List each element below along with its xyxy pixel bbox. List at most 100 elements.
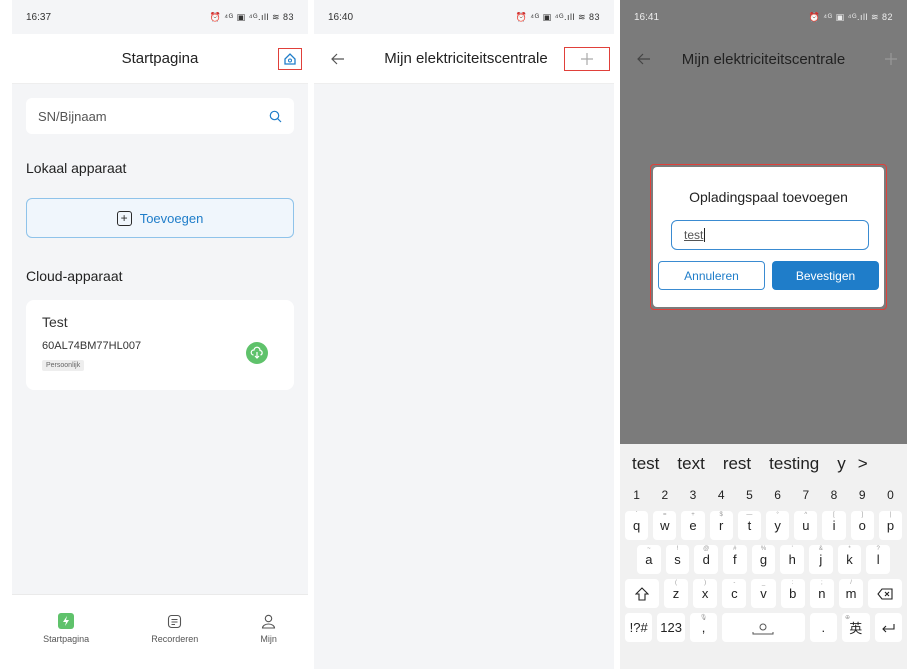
key-hint: % xyxy=(760,546,767,552)
key[interactable]: % g xyxy=(751,545,776,574)
shift-icon xyxy=(634,586,649,601)
key-hint: ? xyxy=(876,546,880,552)
key[interactable]: ^ u xyxy=(794,511,818,540)
period-key[interactable]: . xyxy=(809,613,838,642)
key[interactable]: ? l xyxy=(866,545,891,574)
home-settings-button[interactable] xyxy=(278,48,302,70)
key[interactable]: @ d xyxy=(694,545,719,574)
shift-key[interactable] xyxy=(625,579,659,608)
key[interactable]: 4 xyxy=(710,484,733,506)
key-label: a xyxy=(645,552,653,567)
key-label: 8 xyxy=(830,488,838,502)
key[interactable]: 0 xyxy=(879,484,902,506)
key[interactable]: 9 xyxy=(851,484,874,506)
key[interactable]: — t xyxy=(737,511,762,540)
key-hint: $ xyxy=(719,512,723,518)
key-label: u xyxy=(802,518,810,533)
key[interactable]: | p xyxy=(878,511,903,540)
status-bar: 16:41 ⏰ ⁴ᴳ ▣ ⁴ᴳ.ıll ≋ 82 xyxy=(620,0,907,34)
suggestion[interactable]: test xyxy=(632,454,659,474)
key[interactable]: [i xyxy=(822,511,846,540)
suggestion-bar: test text rest testing y > xyxy=(620,444,907,484)
key-label: 2 xyxy=(661,488,669,502)
key-row-1: ` q = w + e $ r — t ° y ^ u[i] o | p xyxy=(620,511,907,540)
key[interactable]: ! s xyxy=(665,545,690,574)
key-label: i xyxy=(832,518,836,533)
key[interactable]: $ r xyxy=(709,511,733,540)
add-button[interactable] xyxy=(564,47,610,71)
key[interactable]: -c xyxy=(722,579,747,608)
add-device-button[interactable]: + Toevoegen xyxy=(26,198,294,238)
add-device-label: Toevoegen xyxy=(139,210,204,226)
tab-recorderen[interactable]: Recorderen xyxy=(151,613,198,669)
key[interactable]: & j xyxy=(809,545,833,574)
cancel-button[interactable]: Annuleren xyxy=(658,261,765,290)
key[interactable]: ~ a xyxy=(637,545,661,574)
suggestion[interactable]: rest xyxy=(723,454,751,474)
key[interactable]: :b xyxy=(780,579,805,608)
key[interactable]: 7 xyxy=(794,484,817,506)
app-header-dimmed: Mijn elektriciteitscentrale xyxy=(620,34,907,84)
suggestion-more[interactable]: > xyxy=(858,454,868,474)
key-label: 3 xyxy=(689,488,697,502)
key[interactable]: ; n xyxy=(809,579,834,608)
back-arrow-icon[interactable] xyxy=(634,48,654,70)
key-hint: ` xyxy=(635,512,638,518)
backspace-key[interactable] xyxy=(868,579,903,608)
key-label: s xyxy=(674,552,681,567)
tab-startpagina[interactable]: Startpagina xyxy=(43,613,89,669)
search-icon[interactable] xyxy=(269,110,282,123)
key[interactable]: ' h xyxy=(780,545,805,574)
page-title: Mijn elektriciteitscentrale xyxy=(681,50,846,68)
key-hint: | xyxy=(889,512,892,518)
key-hint: * xyxy=(848,546,851,552)
key-label: z xyxy=(672,586,680,601)
key-label: h xyxy=(788,552,796,567)
key[interactable]: 1 xyxy=(625,484,648,506)
plus-icon xyxy=(581,53,593,65)
charger-name-input[interactable]: test xyxy=(671,220,869,250)
key[interactable]: ` q xyxy=(625,511,649,540)
key-label: 1 xyxy=(633,488,640,502)
key[interactable]: # f xyxy=(723,545,747,574)
key[interactable]: 3 xyxy=(681,484,704,506)
device-card[interactable]: Test 60AL74BM77HL007 Persoonlijk xyxy=(26,300,294,390)
key[interactable]: 8 xyxy=(822,484,845,506)
numbers-key[interactable]: 123 xyxy=(657,613,685,642)
back-arrow-icon[interactable] xyxy=(328,48,348,70)
key[interactable]: + e xyxy=(681,511,705,540)
language-key[interactable]: ⊕ 英 xyxy=(842,613,870,642)
key[interactable]: = w xyxy=(653,511,677,540)
key-label: 6 xyxy=(774,488,781,502)
key-label: y xyxy=(774,518,781,533)
key[interactable]: ] o xyxy=(850,511,874,540)
device-name: Test xyxy=(42,314,68,330)
tab-label: Mijn xyxy=(260,634,277,644)
dialog-title: Opladingspaal toevoegen xyxy=(689,189,848,205)
tab-mijn[interactable]: Mijn xyxy=(260,613,277,669)
key[interactable]: 2 xyxy=(653,484,676,506)
suggestion[interactable]: y xyxy=(837,454,846,474)
space-key[interactable] xyxy=(722,613,805,642)
search-input[interactable]: SN/Bijnaam xyxy=(26,98,294,134)
enter-key[interactable] xyxy=(874,613,902,642)
suggestion[interactable]: text xyxy=(677,454,704,474)
confirm-button[interactable]: Bevestigen xyxy=(772,261,879,290)
key-label: l xyxy=(876,552,880,567)
key[interactable]: * k xyxy=(837,545,862,574)
key[interactable]: _ v xyxy=(751,579,776,608)
cloud-download-icon[interactable] xyxy=(246,342,268,364)
key[interactable]: ° y xyxy=(766,511,790,540)
key[interactable]: / m xyxy=(838,579,864,608)
suggestion[interactable]: testing xyxy=(769,454,819,474)
key-hint: ; xyxy=(821,580,823,586)
key[interactable]: 5 xyxy=(738,484,761,506)
key[interactable]: (z xyxy=(663,579,689,608)
key[interactable]: ) x xyxy=(693,579,718,608)
plus-icon[interactable] xyxy=(883,48,899,70)
comma-key[interactable]: 🎙 , xyxy=(689,613,718,642)
soft-keyboard: test text rest testing y > 1234567890 ` q… xyxy=(620,444,907,669)
key[interactable]: 6 xyxy=(766,484,789,506)
symbols-key[interactable]: !?# xyxy=(625,613,653,642)
status-icons: ⏰ ⁴ᴳ ▣ ⁴ᴳ.ıll ≋ 83 xyxy=(515,11,600,22)
